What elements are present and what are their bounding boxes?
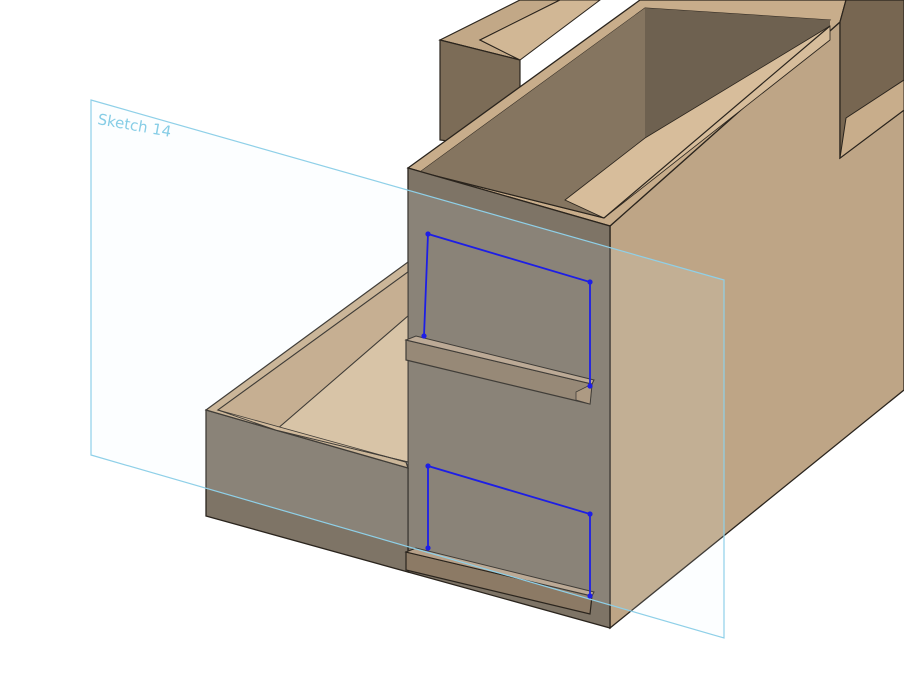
sketch-point[interactable] (587, 593, 593, 599)
sketch-point[interactable] (425, 545, 431, 551)
3d-viewport[interactable]: Sketch 14 (0, 0, 904, 698)
sketch-point[interactable] (425, 463, 431, 469)
sketch-point[interactable] (425, 231, 431, 237)
model-canvas[interactable]: Sketch 14 (0, 0, 904, 698)
sketch-point[interactable] (587, 279, 593, 285)
sketch-point[interactable] (421, 333, 427, 339)
sketch-point[interactable] (587, 383, 593, 389)
sketch-point[interactable] (587, 511, 593, 517)
